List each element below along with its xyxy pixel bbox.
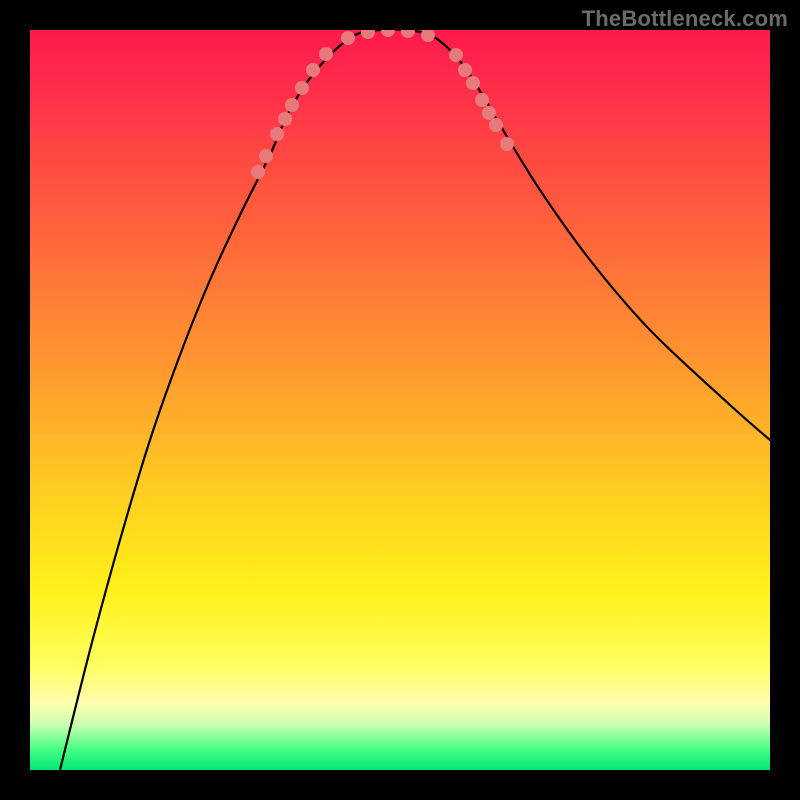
highlight-dot xyxy=(421,30,435,42)
highlight-dot xyxy=(259,149,273,163)
highlight-dot xyxy=(489,118,503,132)
highlight-dot xyxy=(482,106,496,120)
highlight-dot xyxy=(500,137,514,151)
highlight-dot xyxy=(251,165,265,179)
highlight-dot xyxy=(466,76,480,90)
plot-area xyxy=(30,30,770,770)
highlight-dot xyxy=(475,93,489,107)
highlight-dot xyxy=(381,30,395,37)
highlight-dot xyxy=(319,47,333,61)
highlight-dot xyxy=(278,112,292,126)
watermark-text: TheBottleneck.com xyxy=(582,6,788,32)
highlight-dot xyxy=(295,81,309,95)
highlight-dot xyxy=(361,30,375,39)
highlight-dot xyxy=(458,63,472,77)
highlight-dot xyxy=(449,48,463,62)
highlight-dots-group xyxy=(251,30,514,179)
highlight-dot xyxy=(285,98,299,112)
highlight-dot xyxy=(270,127,284,141)
highlight-dot xyxy=(401,30,415,38)
highlight-dot xyxy=(341,31,355,45)
bottleneck-curve-path xyxy=(60,30,770,770)
highlight-dot xyxy=(306,63,320,77)
chart-svg xyxy=(30,30,770,770)
